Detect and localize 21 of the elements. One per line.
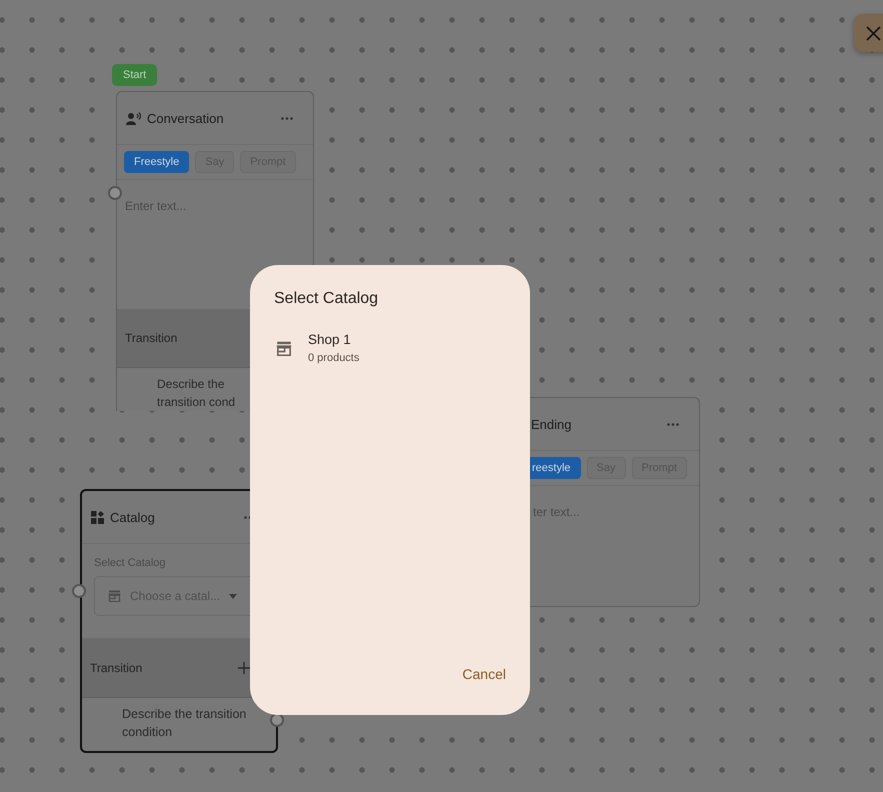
connection-handle[interactable]	[108, 186, 122, 200]
more-options-icon[interactable]	[667, 422, 679, 426]
connection-handle[interactable]	[72, 584, 86, 598]
plus-icon[interactable]	[238, 662, 250, 674]
speaking-person-icon	[126, 112, 141, 124]
mode-tab[interactable]: Freestyle	[124, 151, 190, 173]
dropdown-caret-icon	[229, 594, 238, 598]
widgets-icon	[91, 510, 104, 524]
close-icon	[866, 26, 881, 40]
transition-label: Transition	[90, 661, 142, 675]
node-title: Catalog	[110, 510, 155, 524]
more-options-icon[interactable]	[281, 116, 293, 120]
store-icon	[108, 590, 121, 602]
transition-condition: Describe the transition condition	[122, 706, 248, 741]
node-title: Conversation	[147, 110, 224, 126]
transition-condition: Describe the transition cond	[157, 376, 236, 411]
node-title: Ending	[531, 416, 572, 432]
store-icon	[276, 340, 292, 356]
cancel-button[interactable]: Cancel	[450, 658, 518, 690]
start-badge: Start	[112, 64, 158, 86]
transition-label: Transition	[125, 331, 178, 345]
